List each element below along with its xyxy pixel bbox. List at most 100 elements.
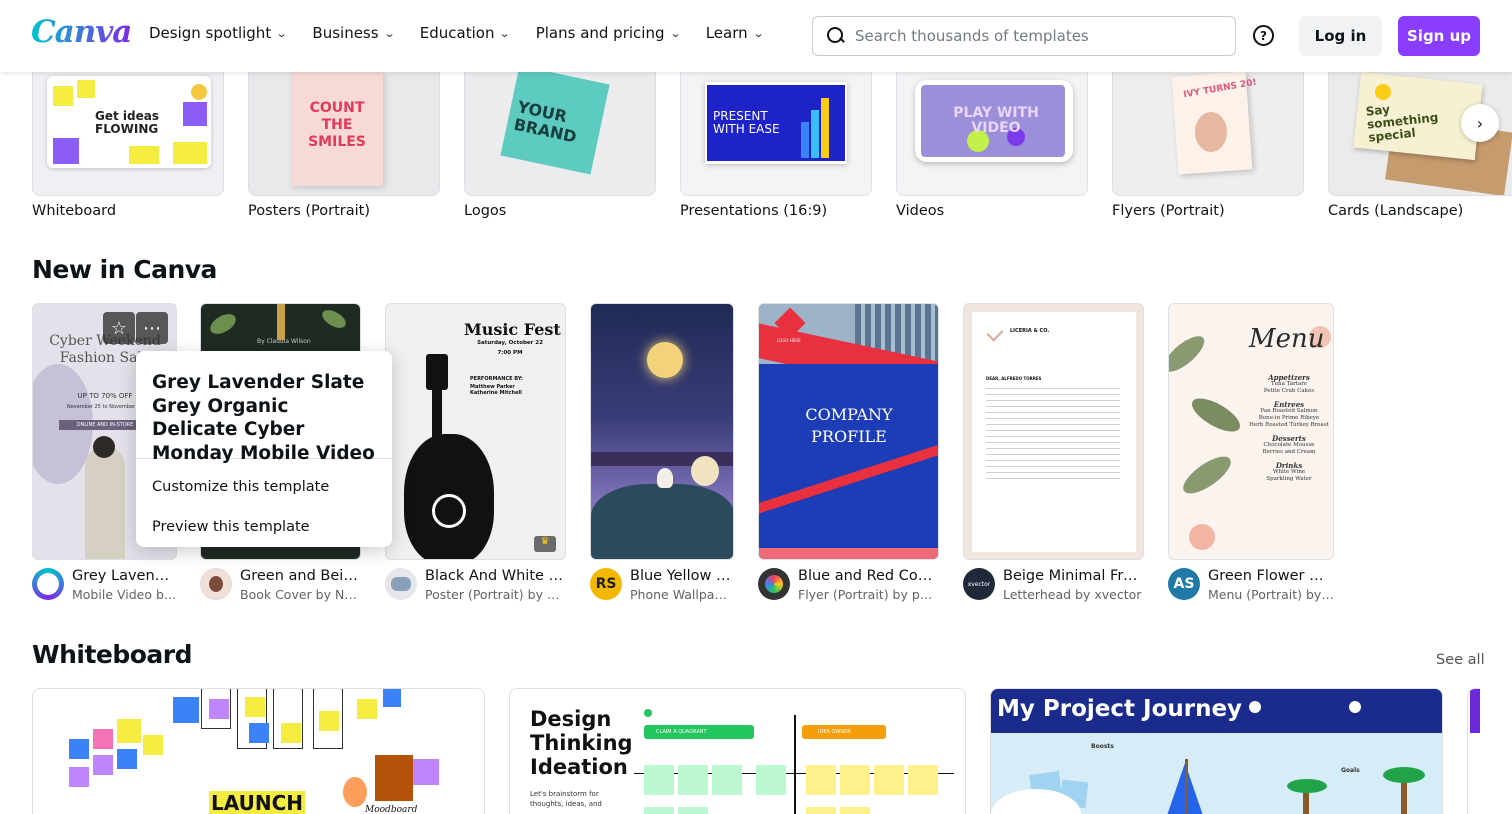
menu-item-text: Desserts (1272, 434, 1306, 443)
template-subtitle: Phone Wallpape… (630, 587, 734, 602)
category-art-text: Say something special (1365, 102, 1440, 145)
template-card[interactable]: LOGO HERE COMPANY PROFILE Blue and Red C… (758, 303, 939, 602)
template-thumbnail (590, 303, 734, 560)
nav-education[interactable]: Education ⌄ (419, 24, 512, 42)
see-all-link[interactable]: See all (1436, 652, 1485, 668)
signup-button[interactable]: Sign up (1398, 16, 1480, 56)
category-thumbnail: COUNT THE SMILES (248, 72, 440, 196)
template-art-text: Saturday, October 22 (477, 340, 543, 346)
template-title[interactable]: Green and Beig… (240, 568, 361, 584)
menu-item-text: Drinks (1275, 461, 1303, 470)
category-whiteboard[interactable]: Get ideas FLOWING Whiteboard (32, 72, 224, 219)
template-title[interactable]: Blue Yellow Il… (630, 568, 734, 584)
template-card[interactable]: Menu Appetizers Tuna Tartare Petite Crab C… (1168, 303, 1334, 602)
template-art-menu: Appetizers Tuna Tartare Petite Crab Cakes E… (1249, 368, 1329, 483)
category-logos[interactable]: YOUR BRAND Logos (464, 72, 656, 219)
template-card[interactable]: LICERIA & CO. DEAR, ALFREDO TORRES xvect… (963, 303, 1144, 602)
template-title[interactable]: Green Flower Wa… (1208, 568, 1334, 584)
menu-item-text: Tuna Tartare (1270, 381, 1308, 387)
chevron-down-icon: ⌄ (499, 26, 512, 40)
whiteboard-art-text: CLAIM A QUADRANT (644, 725, 754, 739)
whiteboard-art-text: LAUNCH (209, 791, 306, 814)
whiteboard-art-text: Goals (1341, 767, 1360, 774)
whiteboard-card[interactable]: LAUNCH Moodboard (32, 688, 485, 814)
nav-label: Plans and pricing (535, 24, 665, 42)
category-flyers[interactable]: IVY TURNS 20! Flyers (Portrait) (1112, 72, 1304, 219)
help-icon[interactable]: ? (1253, 25, 1274, 46)
template-art-text: LICERIA & CO. (1010, 328, 1050, 334)
whiteboard-card[interactable]: My Project Journey Boosts Goals (990, 688, 1443, 814)
template-title[interactable]: Black And White M… (425, 568, 566, 584)
category-label: Presentations (16:9) (680, 203, 828, 219)
star-icon[interactable]: ☆ (103, 312, 135, 344)
search-input[interactable] (855, 27, 1215, 45)
template-subtitle: Mobile Video by… (72, 587, 177, 602)
nav-label: Education (419, 24, 495, 42)
whiteboard-card[interactable]: Design Thinking Ideation Let's brainstor… (509, 688, 966, 814)
nav-plans-pricing[interactable]: Plans and pricing ⌄ (535, 24, 682, 42)
template-thumbnail: LICERIA & CO. DEAR, ALFREDO TORRES (963, 303, 1144, 560)
template-art-text: LOGO HERE (777, 338, 801, 343)
carousel-next-button[interactable]: › (1461, 104, 1499, 142)
category-art-text: PLAY WITH VIDEO (953, 105, 1039, 136)
whiteboard-art-title: Design Thinking Ideation (530, 707, 633, 779)
category-posters[interactable]: COUNT THE SMILES Posters (Portrait) (248, 72, 440, 219)
template-subtitle: Book Cover by Nasi… (240, 587, 361, 602)
template-art-text: DEAR, ALFREDO TORRES (986, 376, 1042, 381)
menu-item-text: White Wine (1272, 469, 1306, 475)
category-art-text: Get ideas FLOWING (95, 109, 159, 136)
nav-design-spotlight[interactable]: Design spotlight ⌄ (149, 24, 288, 42)
customize-template-link[interactable]: Customize this template (136, 467, 392, 507)
menu-item-text: Entrees (1273, 400, 1305, 409)
popover-title: Grey Lavender Slate Grey Organic Delicat… (136, 351, 392, 464)
creator-avatar (200, 568, 232, 600)
canva-logo[interactable]: Canva (31, 14, 132, 50)
category-thumbnail: PRESENT WITH EASE (680, 72, 872, 196)
chevron-down-icon: ⌄ (669, 26, 682, 40)
template-meta: Blue and Red Com… Flyer (Portrait) by pur… (758, 568, 939, 602)
whiteboard-art-text: IDEA OWNER (802, 725, 886, 739)
menu-item-text: Chocolate Mousse (1263, 442, 1315, 448)
template-art-title: Music Fest (464, 320, 561, 339)
nav-business[interactable]: Business ⌄ (312, 24, 395, 42)
category-thumbnail: Get ideas FLOWING (32, 72, 224, 196)
main-nav: Design spotlight ⌄ Business ⌄ Education ⌄ P… (149, 24, 789, 42)
template-thumbnail: LOGO HERE COMPANY PROFILE (758, 303, 939, 560)
creator-avatar: RS (590, 568, 622, 600)
template-meta: AS Green Flower Wa… Menu (Portrait) by A… (1168, 568, 1334, 602)
category-cards[interactable]: Say something special Cards (Landscape) (1328, 72, 1512, 219)
nav-learn[interactable]: Learn ⌄ (706, 24, 765, 42)
preview-template-link[interactable]: Preview this template (136, 507, 392, 547)
category-art-text: COUNT THE SMILES (308, 100, 366, 150)
category-presentations[interactable]: PRESENT WITH EASE Presentations (16:9) (680, 72, 872, 219)
search-box[interactable] (812, 16, 1236, 56)
nav-label: Design spotlight (149, 24, 272, 42)
category-label: Videos (896, 203, 945, 219)
category-videos[interactable]: PLAY WITH VIDEO Videos (896, 72, 1088, 219)
template-title[interactable]: Grey Lavend… (72, 568, 177, 584)
template-title[interactable]: Beige Minimal Free… (1003, 568, 1144, 584)
template-card[interactable]: Music Fest Saturday, October 22 7:00 PM … (385, 303, 566, 602)
canva-avatar (32, 568, 64, 600)
search-icon (827, 27, 845, 45)
template-art-title: COMPANY PROFILE (805, 405, 893, 446)
menu-item-text: Bone-in Prime Ribeye (1258, 415, 1320, 421)
whiteboard-art-title: My Project Journey (997, 696, 1243, 722)
template-card[interactable]: RS Blue Yellow Il… Phone Wallpape… (590, 303, 734, 602)
template-subtitle: Letterhead by xvector (1003, 587, 1142, 602)
category-label: Logos (464, 203, 507, 219)
category-thumbnail: IVY TURNS 20! (1112, 72, 1304, 196)
creator-avatar (385, 568, 417, 600)
template-title[interactable]: Blue and Red Com… (798, 568, 939, 584)
login-button[interactable]: Log in (1299, 16, 1382, 56)
whiteboard-card-partial[interactable] (1467, 688, 1480, 814)
category-thumbnail: YOUR BRAND (464, 72, 656, 196)
more-options-icon[interactable]: ⋯ (136, 312, 168, 344)
chevron-right-icon: › (1476, 113, 1484, 133)
creator-avatar (758, 568, 790, 600)
whiteboard-art-text: Boosts (1091, 743, 1114, 750)
template-subtitle: Poster (Portrait) by Pa… (425, 587, 566, 602)
category-label: Whiteboard (32, 203, 117, 219)
whiteboard-art-text: Let's brainstorm for thoughts, ideas, an… (530, 790, 602, 808)
crown-icon: ♛ (534, 536, 556, 552)
